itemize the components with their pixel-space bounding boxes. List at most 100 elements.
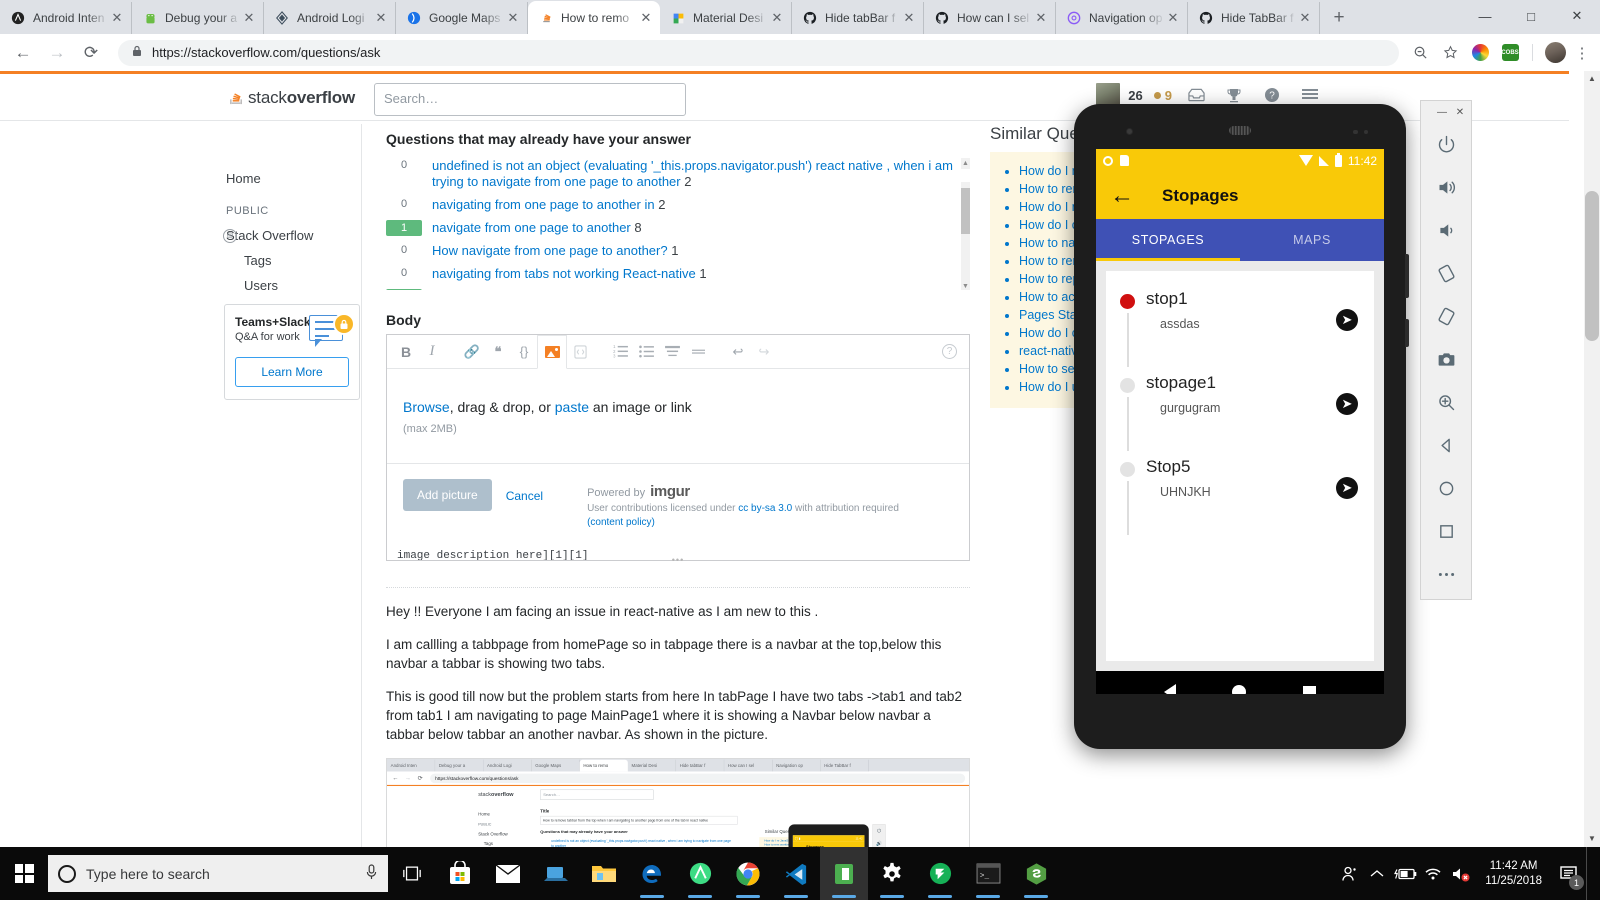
stop-list-item[interactable]: Stop5 UHNJKH ➤ <box>1120 457 1360 541</box>
duplicates-scroll-thumb[interactable] <box>961 188 970 234</box>
sidebar-item-home[interactable]: Home <box>190 166 361 191</box>
emulator-screen[interactable]: 11:42 ← Stopages STOPAGES MAPS stop1 <box>1096 149 1384 694</box>
wifi-icon[interactable] <box>1419 847 1447 900</box>
duplicate-item[interactable]: 0 undefined is not an object (evaluating… <box>386 158 970 190</box>
duplicate-item[interactable]: 2 Show loading when navigate from one vi… <box>386 289 970 290</box>
vs-code-icon[interactable] <box>772 847 820 900</box>
numbered-list-icon[interactable]: 123 <box>607 339 633 365</box>
achievements-icon[interactable] <box>1220 84 1248 106</box>
page-scroll-down-icon[interactable]: ▼ <box>1584 831 1600 847</box>
italic-button[interactable]: I <box>419 339 445 365</box>
duplicate-title[interactable]: navigate from one page to another 8 <box>432 220 642 236</box>
show-hidden-icons-icon[interactable] <box>1363 847 1391 900</box>
duplicate-title[interactable]: How navigate from one page to another? 1 <box>432 243 678 259</box>
browser-tab-9[interactable]: Hide TabBar f ✕ <box>1188 2 1320 34</box>
window-maximize-button[interactable]: □ <box>1508 0 1554 32</box>
taskbar-clock[interactable]: 11:42 AM 11/25/2018 <box>1475 859 1552 889</box>
browser-tab-2[interactable]: Android Logi ✕ <box>264 2 396 34</box>
microphone-icon[interactable] <box>365 864 378 883</box>
duplicate-item[interactable]: 0 navigating from one page to another in… <box>386 197 970 213</box>
device-power-button[interactable] <box>1405 319 1409 347</box>
page-scrollbar[interactable] <box>1584 71 1600 847</box>
redo-icon[interactable]: ↪ <box>751 339 777 365</box>
android-emulator-device[interactable]: 11:42 ← Stopages STOPAGES MAPS stop1 <box>1074 104 1406 749</box>
tab-close-icon[interactable]: ✕ <box>1297 10 1313 26</box>
home-circle-icon[interactable] <box>1232 685 1246 694</box>
tab-close-icon[interactable]: ✕ <box>241 10 257 26</box>
profile-avatar[interactable] <box>1542 40 1568 66</box>
editor-resize-handle[interactable]: ••• <box>672 555 684 565</box>
browser-tab-8[interactable]: Navigation op ✕ <box>1056 2 1188 34</box>
document-icon[interactable] <box>567 339 593 365</box>
windows-logo-icon[interactable] <box>0 847 48 900</box>
zoom-icon[interactable] <box>1421 381 1471 424</box>
tab-close-icon[interactable]: ✕ <box>1033 10 1049 26</box>
stackoverflow-logo[interactable]: stackoverflow <box>228 88 355 108</box>
nodejs-icon[interactable] <box>1012 847 1060 900</box>
file-explorer-icon[interactable] <box>580 847 628 900</box>
duplicate-item[interactable]: 1 navigate from one page to another 8 <box>386 220 970 236</box>
link-icon[interactable]: 🔗 <box>459 339 485 365</box>
recents-square-icon[interactable] <box>1303 686 1316 695</box>
microsoft-store-icon[interactable] <box>436 847 484 900</box>
forward-icon[interactable]: → <box>42 38 72 68</box>
browser-tab-1[interactable]: Debug your a ✕ <box>132 2 264 34</box>
people-icon[interactable] <box>1335 847 1363 900</box>
remote-desktop-icon[interactable] <box>532 847 580 900</box>
stop-list-item[interactable]: stopage1 gurgugram ➤ <box>1120 373 1360 457</box>
learn-more-button[interactable]: Learn More <box>235 357 349 387</box>
bookmark-star-icon[interactable] <box>1437 40 1463 66</box>
tab-close-icon[interactable]: ✕ <box>638 10 654 26</box>
tab-close-icon[interactable]: ✕ <box>109 10 125 26</box>
bold-button[interactable]: B <box>393 339 419 365</box>
image-dropzone[interactable]: Browse, drag & drop, or paste an image o… <box>387 369 969 464</box>
task-view-icon[interactable] <box>388 847 436 900</box>
volume-down-icon[interactable] <box>1421 209 1471 252</box>
horizontal-rule-icon[interactable] <box>685 339 711 365</box>
overview-icon[interactable] <box>1421 510 1471 553</box>
duplicate-title[interactable]: undefined is not an object (evaluating '… <box>432 158 970 190</box>
emulator-icon[interactable] <box>820 847 868 900</box>
navigate-compass-icon[interactable]: ➤ <box>1336 393 1358 415</box>
zoom-out-icon[interactable] <box>1407 40 1433 66</box>
duplicate-item[interactable]: 0 How navigate from one page to another?… <box>386 243 970 259</box>
window-close-button[interactable]: ✕ <box>1554 0 1600 32</box>
duplicates-scroll-up-icon[interactable]: ▲ <box>961 158 970 169</box>
help-icon[interactable]: ? <box>1258 84 1286 106</box>
power-icon[interactable] <box>1421 123 1471 166</box>
search-input[interactable]: Search… <box>374 83 686 116</box>
screenshot-camera-icon[interactable] <box>1421 338 1471 381</box>
navigate-compass-icon[interactable]: ➤ <box>1336 309 1358 331</box>
figma-icon[interactable] <box>916 847 964 900</box>
volume-up-icon[interactable] <box>1421 166 1471 209</box>
reload-icon[interactable]: ⟳ <box>76 38 106 68</box>
command-prompt-icon[interactable]: >_ <box>964 847 1012 900</box>
back-icon[interactable]: ← <box>8 38 38 68</box>
chrome-menu-icon[interactable]: ⋮ <box>1572 44 1592 62</box>
rotate-left-icon[interactable] <box>1421 252 1471 295</box>
browser-tab-7[interactable]: How can I sel ✕ <box>924 2 1056 34</box>
edge-icon[interactable] <box>628 847 676 900</box>
page-scroll-up-icon[interactable]: ▲ <box>1584 71 1600 87</box>
tab-maps[interactable]: MAPS <box>1240 219 1384 261</box>
search-input[interactable]: Type here to search <box>48 855 388 892</box>
volume-muted-icon[interactable] <box>1447 847 1475 900</box>
tab-close-icon[interactable]: ✕ <box>901 10 917 26</box>
emulator-close-button[interactable]: ✕ <box>1452 104 1468 120</box>
action-center-icon[interactable]: 1 <box>1552 847 1586 900</box>
tab-close-icon[interactable]: ✕ <box>769 10 785 26</box>
license-link[interactable]: cc by-sa 3.0 <box>738 503 792 514</box>
tab-stopages[interactable]: STOPAGES <box>1096 219 1240 261</box>
sidebar-item-tags[interactable]: Tags <box>190 248 361 273</box>
home-icon[interactable] <box>1421 467 1471 510</box>
editor-help-icon[interactable]: ? <box>942 344 957 359</box>
back-icon[interactable] <box>1421 424 1471 467</box>
code-icon[interactable]: {} <box>511 339 537 365</box>
embedded-screenshot[interactable]: Android Inten Debug your a Android Logi … <box>386 758 970 847</box>
tab-close-icon[interactable]: ✕ <box>373 10 389 26</box>
battery-charging-icon[interactable] <box>1391 847 1419 900</box>
cobs-extension-icon[interactable]: COBS <box>1497 40 1523 66</box>
browser-tab-3[interactable]: Google Maps ✕ <box>396 2 528 34</box>
duplicate-item[interactable]: 0 navigating from tabs not working React… <box>386 266 970 282</box>
browser-tab-5[interactable]: Material Desi ✕ <box>660 2 792 34</box>
